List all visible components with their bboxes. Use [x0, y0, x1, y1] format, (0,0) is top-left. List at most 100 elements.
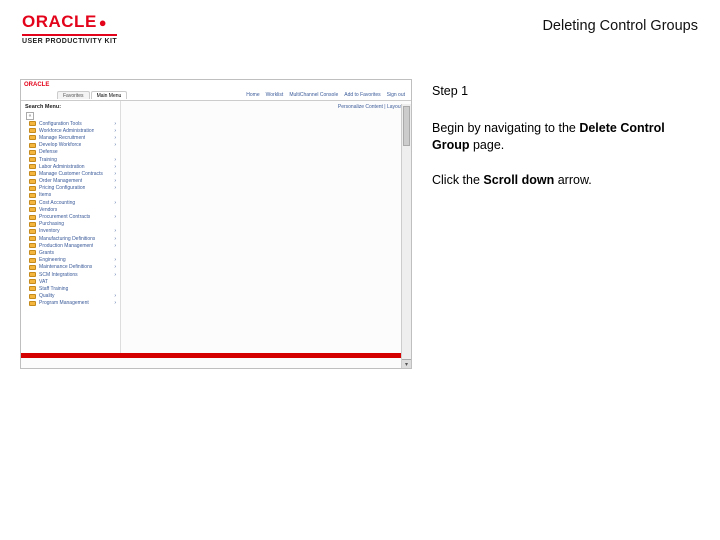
- chevron-right-icon: ›: [114, 185, 116, 191]
- subbrand-text: USER PRODUCTIVITY KIT: [22, 34, 117, 45]
- folder-icon: [29, 258, 36, 263]
- sidebar-item[interactable]: Training›: [23, 156, 118, 163]
- link-worklist[interactable]: Worklist: [266, 92, 284, 98]
- sidebar-item[interactable]: Procurement Contracts ›: [23, 213, 118, 220]
- tab-main-menu[interactable]: Main Menu: [91, 91, 128, 99]
- folder-icon: [29, 215, 36, 220]
- sidebar-item-label: Maintenance Definitions: [39, 264, 92, 270]
- link-home[interactable]: Home: [246, 92, 259, 98]
- text: page.: [470, 138, 505, 152]
- shot-brand: ORACLE: [24, 80, 60, 89]
- instruction-line-1: Begin by navigating to the Delete Contro…: [432, 120, 692, 154]
- page-title: Deleting Control Groups: [542, 12, 698, 34]
- sidebar-item-label: Order Management: [39, 178, 82, 184]
- sidebar-item[interactable]: Labor Administration ›: [23, 163, 118, 170]
- link-favorites[interactable]: Add to Favorites: [344, 92, 380, 98]
- brand-text: ORACLE: [22, 12, 97, 32]
- sidebar-item-label: Procurement Contracts: [39, 214, 90, 220]
- sidebar-item[interactable]: Program Management ›: [23, 300, 118, 307]
- sidebar-title: Search Menu:: [23, 104, 118, 110]
- sidebar-item-label: Workforce Administration: [39, 128, 94, 134]
- sidebar-item[interactable]: Cost Accounting›: [23, 199, 118, 206]
- link-signout[interactable]: Sign out: [387, 92, 405, 98]
- sidebar-item[interactable]: Items: [23, 192, 118, 199]
- text: Begin by navigating to the: [432, 121, 579, 135]
- header: ORACLE● USER PRODUCTIVITY KIT Deleting C…: [0, 0, 720, 49]
- sidebar-item[interactable]: Manage Recruitment›: [23, 134, 118, 141]
- folder-icon: [29, 128, 36, 133]
- sidebar-item[interactable]: Quality ›: [23, 293, 118, 300]
- scroll-down-arrow-icon[interactable]: ▾: [402, 359, 411, 368]
- sidebar-list: Configuration Tools› Workforce Administr…: [23, 120, 118, 307]
- folder-icon: [29, 250, 36, 255]
- sidebar-item[interactable]: SCM Integrations›: [23, 271, 118, 278]
- folder-icon: [29, 294, 36, 299]
- shot-footer-bar: [21, 353, 401, 358]
- sidebar-item[interactable]: Manufacturing Definitions ›: [23, 235, 118, 242]
- sidebar-item-label: Labor Administration: [39, 164, 85, 170]
- shot-brand-text: ORACLE: [24, 82, 49, 88]
- sidebar-item-label: Pricing Configuration: [39, 185, 85, 191]
- scrollbar[interactable]: ▾: [401, 104, 411, 368]
- sidebar-item-label: Program Management: [39, 300, 89, 306]
- sidebar-item[interactable]: Engineering ›: [23, 257, 118, 264]
- sidebar-item[interactable]: Develop Workforce›: [23, 142, 118, 149]
- step-label: Step 1: [432, 83, 692, 100]
- chevron-right-icon: ›: [114, 228, 116, 234]
- sidebar-item[interactable]: Configuration Tools›: [23, 120, 118, 127]
- collapse-icon[interactable]: «: [26, 112, 34, 120]
- chevron-right-icon: ›: [114, 142, 116, 148]
- oracle-logo: ORACLE●: [22, 12, 117, 32]
- chevron-right-icon: ›: [114, 236, 116, 242]
- folder-icon: [29, 272, 36, 277]
- sidebar-item-label: Quality: [39, 293, 55, 299]
- sidebar-item[interactable]: Vendors: [23, 206, 118, 213]
- sidebar-item-label: SCM Integrations: [39, 272, 78, 278]
- sidebar-item[interactable]: Manage Customer Contracts›: [23, 170, 118, 177]
- sidebar-item[interactable]: Purchasing: [23, 221, 118, 228]
- folder-icon: [29, 164, 36, 169]
- sidebar-item-label: Manufacturing Definitions: [39, 236, 95, 242]
- shot-body: Search Menu: « Configuration Tools› Work…: [21, 101, 411, 353]
- chevron-right-icon: ›: [114, 293, 116, 299]
- sidebar-item[interactable]: Maintenance Definitions›: [23, 264, 118, 271]
- personalize-link[interactable]: Personalize Content | Layout: [126, 104, 406, 110]
- chevron-right-icon: ›: [114, 257, 116, 263]
- instruction-line-2: Click the Scroll down arrow.: [432, 172, 692, 189]
- folder-icon: [29, 301, 36, 306]
- sidebar-item-label: Defense: [39, 149, 58, 155]
- folder-icon: [29, 229, 36, 234]
- sidebar-item[interactable]: Production Management›: [23, 242, 118, 249]
- folder-icon: [29, 265, 36, 270]
- folder-icon: [29, 186, 36, 191]
- folder-icon: [29, 179, 36, 184]
- sidebar-item[interactable]: Staff Training: [23, 285, 118, 292]
- chevron-right-icon: ›: [114, 135, 116, 141]
- sidebar-item[interactable]: Pricing Configuration ›: [23, 185, 118, 192]
- sidebar-item[interactable]: Order Management›: [23, 178, 118, 185]
- sidebar-item[interactable]: Grants: [23, 249, 118, 256]
- chevron-right-icon: ›: [114, 164, 116, 170]
- sidebar-item[interactable]: Defense: [23, 149, 118, 156]
- sidebar-item-label: Grants: [39, 250, 54, 256]
- folder-icon: [29, 150, 36, 155]
- chevron-right-icon: ›: [114, 300, 116, 306]
- sidebar-item[interactable]: Inventory›: [23, 228, 118, 235]
- sidebar-item-label: Configuration Tools: [39, 121, 82, 127]
- sidebar-item[interactable]: Workforce Administration ›: [23, 127, 118, 134]
- tab-favorites[interactable]: Favorites: [57, 91, 90, 99]
- folder-icon: [29, 135, 36, 140]
- sidebar-item-label: Production Management: [39, 243, 93, 249]
- folder-icon: [29, 171, 36, 176]
- link-multichannel[interactable]: MultiChannel Console: [289, 92, 338, 98]
- bold-text: Scroll down: [483, 173, 554, 187]
- folder-icon: [29, 286, 36, 291]
- sidebar-item[interactable]: VAT: [23, 278, 118, 285]
- shot-top-bar: ORACLE: [21, 80, 411, 89]
- sidebar-item-label: Items: [39, 192, 51, 198]
- chevron-right-icon: ›: [114, 214, 116, 220]
- scroll-thumb[interactable]: [403, 106, 410, 146]
- sidebar-item-label: Engineering: [39, 257, 66, 263]
- instructions-panel: Step 1 Begin by navigating to the Delete…: [428, 79, 700, 369]
- chevron-right-icon: ›: [114, 128, 116, 134]
